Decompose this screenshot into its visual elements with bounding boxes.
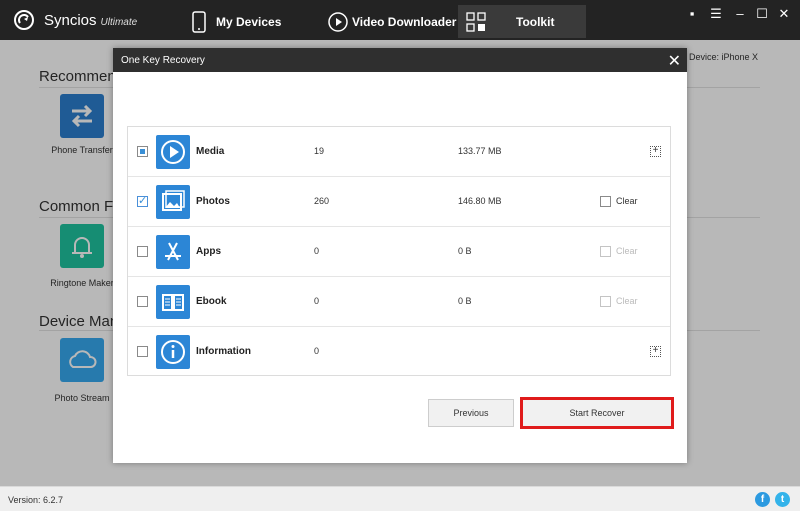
- tab-toolkit-label: Toolkit: [516, 14, 555, 29]
- tab-my-devices[interactable]: My Devices: [192, 5, 281, 38]
- chat-icon[interactable]: ▪: [684, 6, 700, 22]
- tab-video-downloader[interactable]: Video Downloader: [328, 5, 456, 38]
- minimize-icon[interactable]: –: [732, 6, 748, 22]
- clear-checkbox[interactable]: [600, 296, 611, 307]
- list-item-apps[interactable]: Apps 0 0 B Clear: [128, 227, 670, 277]
- clear-checkbox[interactable]: [600, 246, 611, 257]
- row-size: 0 B: [458, 246, 472, 256]
- row-checkbox[interactable]: [137, 296, 148, 307]
- one-key-recovery-dialog: One Key Recovery ✕ Media 19 133.77 MB + …: [113, 48, 687, 463]
- list-item-ebook[interactable]: Ebook 0 0 B Clear: [128, 277, 670, 327]
- title-bar: Syncios Ultimate My Devices Video Downloa…: [0, 0, 800, 40]
- tab-toolkit[interactable]: Toolkit: [458, 5, 586, 38]
- tab-my-devices-label: My Devices: [216, 14, 282, 29]
- grid-icon: [466, 11, 486, 32]
- recovery-category-list: Media 19 133.77 MB + Photos 260 146.80 M…: [127, 126, 671, 376]
- media-play-icon: [156, 135, 190, 169]
- previous-button[interactable]: Previous: [428, 399, 514, 427]
- row-count: 0: [314, 246, 320, 256]
- row-count: 260: [314, 196, 330, 206]
- clear-checkbox[interactable]: [600, 196, 611, 207]
- info-icon: [156, 335, 190, 369]
- row-name: Ebook: [196, 296, 227, 307]
- row-size: 0 B: [458, 296, 472, 306]
- row-checkbox[interactable]: [137, 146, 148, 157]
- tab-video-downloader-label: Video Downloader: [352, 14, 457, 29]
- list-item-photos[interactable]: Photos 260 146.80 MB Clear: [128, 177, 670, 227]
- row-size: 133.77 MB: [458, 146, 502, 156]
- brand-name: Syncios: [44, 12, 97, 29]
- row-name: Information: [196, 346, 251, 357]
- phone-icon: [192, 10, 206, 33]
- brand-edition: Ultimate: [100, 17, 138, 28]
- row-name: Media: [196, 146, 225, 157]
- app-brand: Syncios Ultimate: [44, 12, 137, 29]
- row-checkbox[interactable]: [137, 194, 148, 207]
- dialog-header: One Key Recovery ✕: [113, 48, 687, 72]
- version-label: Version: 6.2.7: [8, 495, 64, 505]
- facebook-icon[interactable]: f: [755, 492, 770, 507]
- status-bar: Version: 6.2.7 f t: [0, 486, 800, 511]
- clear-label: Clear: [616, 296, 638, 306]
- expand-icon[interactable]: +: [650, 346, 661, 357]
- row-count: 0: [314, 346, 320, 356]
- row-name: Photos: [196, 196, 230, 207]
- play-circle-icon: [328, 11, 348, 32]
- dialog-close-icon[interactable]: ✕: [668, 51, 681, 71]
- menu-icon[interactable]: ☰: [708, 6, 724, 22]
- start-recover-button[interactable]: Start Recover: [520, 397, 674, 429]
- row-count: 19: [314, 146, 325, 156]
- row-checkbox[interactable]: [137, 246, 148, 257]
- twitter-icon[interactable]: t: [775, 492, 790, 507]
- row-count: 0: [314, 296, 320, 306]
- clear-label: Clear: [616, 196, 638, 206]
- list-item-media[interactable]: Media 19 133.77 MB +: [128, 127, 670, 177]
- expand-icon[interactable]: +: [650, 146, 661, 157]
- apps-icon: [156, 235, 190, 269]
- row-name: Apps: [196, 246, 221, 257]
- syncios-logo-icon: [14, 10, 34, 30]
- dialog-title: One Key Recovery: [121, 55, 205, 66]
- clear-label: Clear: [616, 246, 638, 256]
- list-item-information[interactable]: Information 0 +: [128, 327, 670, 377]
- photos-icon: [156, 185, 190, 219]
- maximize-icon[interactable]: ☐: [754, 6, 770, 22]
- close-icon[interactable]: ✕: [776, 6, 792, 22]
- row-size: 146.80 MB: [458, 196, 502, 206]
- ebook-icon: [156, 285, 190, 319]
- row-checkbox[interactable]: [137, 346, 148, 357]
